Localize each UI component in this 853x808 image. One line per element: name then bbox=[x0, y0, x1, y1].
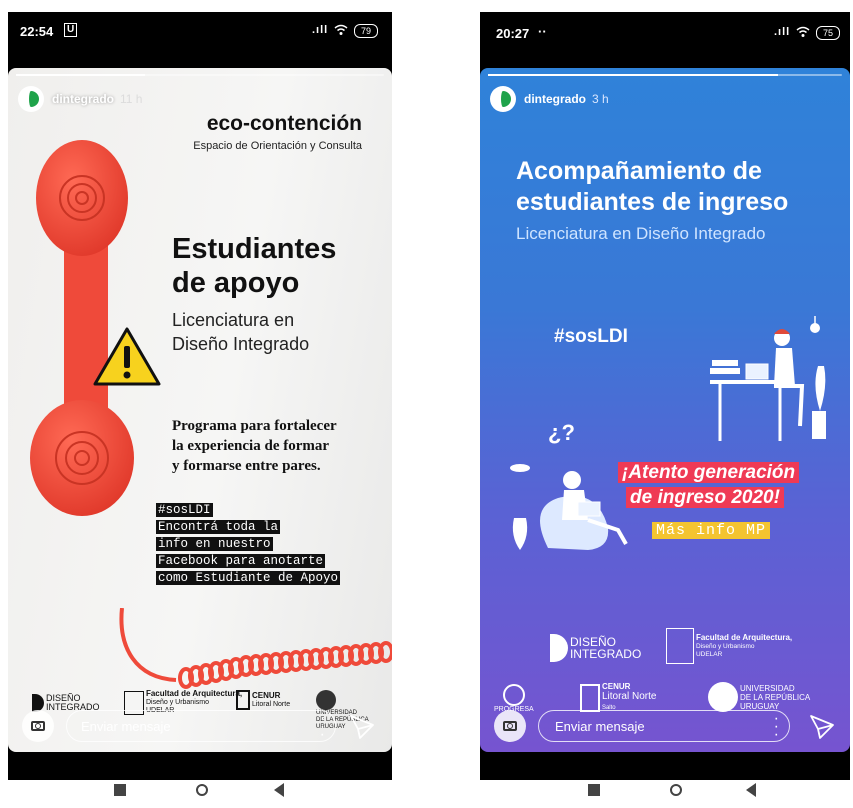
announcement: ¡Atento generación de ingreso 2020! bbox=[618, 460, 800, 510]
story-header[interactable]: dintegrado 3 h bbox=[490, 86, 609, 112]
send-icon[interactable] bbox=[808, 712, 836, 740]
headline-line: de apoyo bbox=[172, 267, 300, 299]
title-line: Acompañamiento de bbox=[516, 157, 762, 185]
story-content[interactable]: dintegrado 11 h eco-contención Espacio d… bbox=[8, 68, 392, 752]
recent-apps-icon[interactable] bbox=[114, 784, 126, 796]
program-line: y formarse entre pares. bbox=[172, 458, 321, 474]
more-vertical-icon[interactable]: · · · bbox=[320, 711, 325, 743]
announcement-line: ¡Atento generación bbox=[618, 462, 800, 483]
subheadline: Licenciatura en Diseño Integrado bbox=[172, 308, 309, 356]
reply-placeholder: Enviar mensaje bbox=[555, 719, 645, 734]
reply-input[interactable]: Enviar mensaje · · · bbox=[66, 710, 336, 743]
reply-placeholder: Enviar mensaje bbox=[81, 719, 171, 734]
notification-dots: ·· bbox=[538, 24, 547, 39]
title-line: estudiantes de ingreso bbox=[516, 188, 789, 216]
announcement-line: de ingreso 2020! bbox=[626, 487, 784, 508]
wifi-icon bbox=[796, 26, 810, 37]
status-time: 20:27 bbox=[496, 26, 530, 41]
info-line: #sosLDI bbox=[156, 503, 213, 517]
more-vertical-icon[interactable]: · · · bbox=[774, 711, 779, 743]
logo-text: Diseño y Urbanismo bbox=[695, 642, 755, 650]
logo-text: UNIVERSIDAD bbox=[739, 683, 795, 693]
home-icon[interactable] bbox=[196, 784, 208, 796]
logo-text: INTEGRADO bbox=[569, 647, 642, 661]
info-line: info en nuestro bbox=[156, 537, 273, 551]
story-username[interactable]: dintegrado bbox=[52, 92, 114, 106]
home-icon[interactable] bbox=[670, 784, 682, 796]
notification-icon: U bbox=[64, 23, 78, 37]
signal-icon: .ıll bbox=[774, 26, 791, 38]
story-username[interactable]: dintegrado bbox=[524, 92, 586, 106]
subheadline-line: Licenciatura en bbox=[172, 310, 295, 330]
reply-bar: Enviar mensaje · · · bbox=[480, 700, 850, 752]
story-content[interactable]: dintegrado 3 h Acompañamiento de estudia… bbox=[480, 68, 850, 752]
info-text: #sosLDI Encontrá toda la info en nuestro… bbox=[156, 502, 341, 587]
recent-apps-icon[interactable] bbox=[588, 784, 600, 796]
svg-text:¿?: ¿? bbox=[548, 420, 575, 445]
program-text: Programa para fortalecer la experiencia … bbox=[172, 416, 372, 476]
right-phone-screen: 20:27 ·· .ıll 75 dintegrado 3 h Acompaña… bbox=[480, 12, 850, 780]
reply-bar: Enviar mensaje · · · bbox=[8, 700, 392, 752]
android-nav-bar-right bbox=[430, 776, 853, 808]
status-time: 22:54 bbox=[20, 24, 54, 39]
status-bar: 22:54 U .ıll 79 bbox=[8, 12, 392, 58]
wifi-icon bbox=[334, 24, 348, 35]
logo-text: Facultad de Arquitectura, bbox=[145, 689, 243, 698]
back-icon[interactable] bbox=[274, 783, 284, 797]
story-subtitle: Licenciatura en Diseño Integrado bbox=[516, 224, 766, 243]
logo-text: CENUR bbox=[251, 690, 281, 700]
story-title: Acompañamiento de estudiantes de ingreso bbox=[516, 156, 788, 218]
camera-icon[interactable] bbox=[494, 710, 526, 742]
signal-icon: .ıll bbox=[312, 24, 329, 36]
battery-icon: 79 bbox=[354, 24, 378, 38]
student-at-desk-illustration bbox=[710, 316, 826, 441]
story-time: 11 h bbox=[120, 92, 143, 106]
camera-icon[interactable] bbox=[22, 710, 54, 742]
logo-text: CENUR bbox=[601, 682, 631, 691]
logo-text: UDELAR bbox=[695, 650, 723, 658]
hashtag: #sosLDI bbox=[554, 326, 628, 347]
reply-input[interactable]: Enviar mensaje · · · bbox=[538, 710, 790, 743]
android-nav-bar-left bbox=[0, 776, 400, 808]
story-header[interactable]: dintegrado 11 h bbox=[18, 86, 142, 112]
back-icon[interactable] bbox=[746, 783, 756, 797]
logo-diseno-integrado: DISEÑO INTEGRADO bbox=[550, 634, 641, 662]
info-line: Facebook para anotarte bbox=[156, 554, 326, 568]
avatar[interactable] bbox=[490, 86, 516, 112]
eco-title: eco-contención bbox=[206, 112, 362, 135]
subheadline-line: Diseño Integrado bbox=[172, 334, 310, 354]
program-line: Programa para fortalecer bbox=[172, 418, 337, 434]
logo-text: Facultad de Arquitectura, bbox=[695, 632, 793, 642]
logo-fadu: Facultad de Arquitectura, Diseño y Urbani… bbox=[666, 628, 792, 664]
info-line: Encontrá toda la bbox=[156, 520, 281, 534]
status-bar: 20:27 ·· .ıll 75 bbox=[480, 12, 850, 58]
coiled-cord-image bbox=[119, 608, 392, 689]
avatar[interactable] bbox=[18, 86, 44, 112]
warning-icon bbox=[93, 327, 161, 386]
eco-subtitle: Espacio de Orientación y Consulta bbox=[193, 140, 362, 152]
story-progress-bar bbox=[16, 74, 384, 76]
program-line: la experiencia de formar bbox=[172, 438, 330, 454]
story-time: 3 h bbox=[592, 92, 609, 106]
more-info-tag: Más info MP bbox=[652, 522, 771, 539]
battery-icon: 75 bbox=[816, 26, 840, 40]
send-icon[interactable] bbox=[348, 712, 376, 740]
headline: Estudiantes de apoyo bbox=[172, 232, 336, 300]
info-line: como Estudiante de Apoyo bbox=[156, 571, 341, 585]
headline-line: Estudiantes bbox=[172, 233, 337, 265]
left-phone-screen: 22:54 U .ıll 79 dintegrado 11 h eco-cont… bbox=[8, 12, 392, 780]
story-progress-bar bbox=[488, 74, 842, 76]
